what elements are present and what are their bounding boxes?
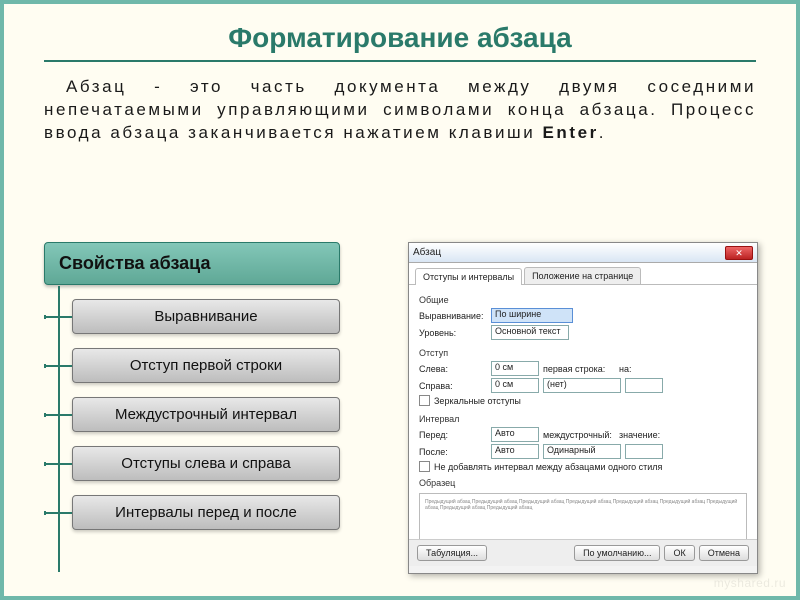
before-spinner[interactable]: Авто: [491, 427, 539, 442]
dialog-body: Общие Выравнивание: По ширине Уровень: О…: [409, 285, 757, 539]
after-spinner[interactable]: Авто: [491, 444, 539, 459]
tabstops-button[interactable]: Табуляция...: [417, 545, 487, 561]
level-select[interactable]: Основной текст: [491, 325, 569, 340]
watermark: myshared.ru: [714, 576, 786, 590]
desc-post: .: [599, 123, 606, 142]
label-alignment: Выравнивание:: [419, 311, 487, 321]
property-row: Интервалы перед и после: [44, 495, 340, 530]
group-spacing: Интервал: [419, 414, 747, 424]
property-before-after: Интервалы перед и после: [72, 495, 340, 530]
label-mirror: Зеркальные отступы: [434, 396, 521, 406]
alignment-select[interactable]: По ширине: [491, 308, 573, 323]
label-level: Уровень:: [419, 328, 487, 338]
close-button[interactable]: ✕: [725, 246, 753, 260]
property-alignment: Выравнивание: [72, 299, 340, 334]
slide-title: Форматирование абзаца: [4, 4, 796, 60]
property-line-spacing: Междустрочный интервал: [72, 397, 340, 432]
tab-indents[interactable]: Отступы и интервалы: [415, 268, 522, 285]
dialog-titlebar: Абзац ✕: [409, 243, 757, 263]
label-nospace: Не добавлять интервал между абзацами одн…: [434, 462, 662, 472]
desc-text: Абзац - это часть документа между двумя …: [44, 77, 756, 142]
label-before: Перед:: [419, 430, 487, 440]
label-after: После:: [419, 447, 487, 457]
right-spinner[interactable]: 0 см: [491, 378, 539, 393]
property-row: Выравнивание: [44, 299, 340, 334]
properties-panel: Свойства абзаца Выравнивание Отступ перв…: [44, 242, 340, 530]
title-underline: [44, 60, 756, 62]
dialog-tabs: Отступы и интервалы Положение на страниц…: [409, 263, 757, 285]
left-spinner[interactable]: 0 см: [491, 361, 539, 376]
property-first-line: Отступ первой строки: [72, 348, 340, 383]
value-spinner[interactable]: [625, 444, 663, 459]
label-linesp: междустрочный:: [543, 430, 615, 440]
label-right: Справа:: [419, 381, 487, 391]
default-button[interactable]: По умолчанию...: [574, 545, 660, 561]
dialog-footer: Табуляция... По умолчанию... ОК Отмена: [409, 539, 757, 566]
nospace-checkbox[interactable]: [419, 461, 430, 472]
group-sample: Образец: [419, 478, 747, 488]
ok-button[interactable]: ОК: [664, 545, 694, 561]
group-indent: Отступ: [419, 348, 747, 358]
by-spinner[interactable]: [625, 378, 663, 393]
property-row: Отступ первой строки: [44, 348, 340, 383]
connector-vline: [58, 286, 60, 572]
linesp-select[interactable]: Одинарный: [543, 444, 621, 459]
property-row: Отступы слева и справа: [44, 446, 340, 481]
mirror-checkbox[interactable]: [419, 395, 430, 406]
label-by: на:: [619, 364, 639, 374]
properties-heading: Свойства абзаца: [44, 242, 340, 285]
label-value: значение:: [619, 430, 661, 440]
dialog-title: Абзац: [413, 247, 725, 258]
slide-description: Абзац - это часть документа между двумя …: [4, 76, 796, 145]
tab-position[interactable]: Положение на странице: [524, 267, 641, 284]
property-left-right: Отступы слева и справа: [72, 446, 340, 481]
paragraph-dialog: Абзац ✕ Отступы и интервалы Положение на…: [408, 242, 758, 574]
label-firstline: первая строка:: [543, 364, 615, 374]
desc-bold: Enter: [543, 123, 599, 142]
property-row: Междустрочный интервал: [44, 397, 340, 432]
group-general: Общие: [419, 295, 747, 305]
firstline-select[interactable]: (нет): [543, 378, 621, 393]
label-left: Слева:: [419, 364, 487, 374]
cancel-button[interactable]: Отмена: [699, 545, 749, 561]
